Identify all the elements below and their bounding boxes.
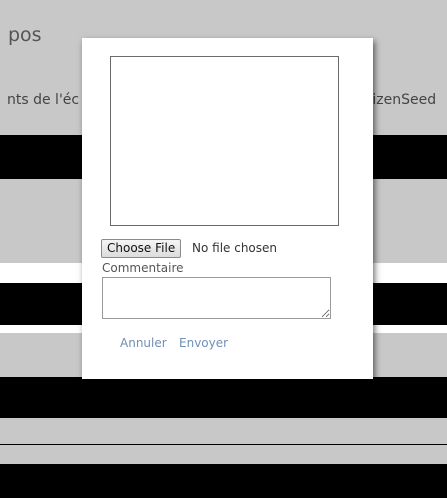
black-band <box>0 464 447 498</box>
page-side-text: itizenSeed <box>363 92 437 108</box>
image-preview-box <box>110 56 339 226</box>
page-title: pos <box>8 24 42 46</box>
send-link[interactable]: Envoyer <box>179 336 228 350</box>
comment-field[interactable] <box>102 277 331 319</box>
upload-dialog: Choose File No file chosen Commentaire A… <box>82 38 373 379</box>
cancel-link[interactable]: Annuler <box>120 336 167 350</box>
comment-label: Commentaire <box>102 261 184 275</box>
page-subtitle: nts de l'éc <box>7 92 80 108</box>
gray-band <box>0 445 447 464</box>
gray-band <box>0 418 447 444</box>
black-band <box>0 377 447 418</box>
file-status-text: No file chosen <box>192 241 278 255</box>
choose-file-button[interactable]: Choose File <box>101 239 182 258</box>
